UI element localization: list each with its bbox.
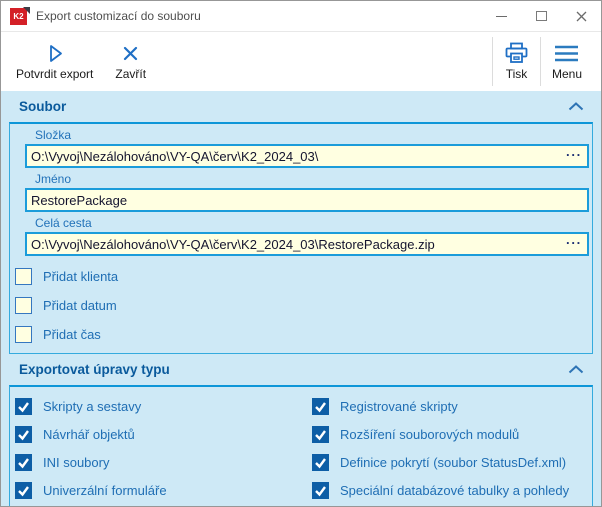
checkbox-label: INI soubory	[43, 455, 109, 470]
folder-input[interactable]	[25, 144, 589, 168]
minimize-button[interactable]	[481, 1, 521, 31]
maximize-button[interactable]	[521, 1, 561, 31]
maximize-icon	[536, 11, 547, 21]
checkmark-icon	[314, 484, 327, 497]
browse-ellipsis-button[interactable]: ···	[566, 235, 582, 250]
checkbox-definice-pokryti[interactable]: Definice pokrytí (soubor StatusDef.xml)	[312, 454, 592, 471]
checkmark-icon	[314, 400, 327, 413]
section-panel-exportovat-upravy: Skripty a sestavy Návrhář objektů INI so…	[9, 385, 593, 506]
field-label: Jméno	[35, 172, 589, 186]
section-title: Exportovat úpravy typu	[19, 362, 170, 377]
checkbox-label: Skripty a sestavy	[43, 399, 141, 414]
play-icon	[45, 43, 65, 64]
titlebar: K2 Export customizací do souboru	[1, 1, 601, 31]
window-title: Export customizací do souboru	[36, 9, 201, 23]
checkbox-box	[15, 326, 32, 343]
field-jmeno: Jméno	[25, 172, 589, 212]
dialog-content: Soubor Složka ··· Jméno Celá ce	[1, 91, 601, 506]
checkbox-pridat-klienta[interactable]: Přidat klienta	[15, 268, 592, 285]
field-cela-cesta: Celá cesta ···	[25, 216, 589, 256]
checkbox-pridat-datum[interactable]: Přidat datum	[15, 297, 592, 314]
printer-icon	[504, 42, 529, 64]
checkbox-label: Přidat čas	[43, 327, 101, 342]
checkbox-box	[15, 426, 32, 443]
checkbox-box	[312, 482, 329, 499]
checkbox-label: Definice pokrytí (soubor StatusDef.xml)	[340, 455, 566, 470]
checkbox-univerzalni-formulare[interactable]: Univerzální formuláře	[15, 482, 307, 499]
checkbox-label: Přidat klienta	[43, 269, 118, 284]
checkbox-box	[15, 297, 32, 314]
checkbox-skripty-a-sestavy[interactable]: Skripty a sestavy	[15, 398, 307, 415]
section-panel-soubor: Složka ··· Jméno Celá cesta ···	[9, 122, 593, 354]
export-dialog-window: K2 Export customizací do souboru Potvrdi…	[0, 0, 602, 507]
checkmark-icon	[17, 456, 30, 469]
checkbox-box	[15, 482, 32, 499]
confirm-export-button[interactable]: Potvrdit export	[5, 32, 104, 91]
checkbox-column-left: Skripty a sestavy Návrhář objektů INI so…	[10, 387, 307, 499]
checkbox-box	[15, 454, 32, 471]
checkbox-label: Návrhář objektů	[43, 427, 135, 442]
checkmark-icon	[17, 428, 30, 441]
checkmark-icon	[314, 456, 327, 469]
hamburger-menu-icon	[553, 43, 580, 64]
checkbox-box	[312, 398, 329, 415]
checkbox-rozsireni-souborovych-modulu[interactable]: Rozšíření souborových modulů	[312, 426, 592, 443]
checkbox-box	[312, 426, 329, 443]
checkmark-icon	[17, 400, 30, 413]
close-x-icon	[121, 43, 140, 64]
checkbox-label: Přidat datum	[43, 298, 117, 313]
minimize-icon	[496, 16, 507, 17]
checkmark-icon	[314, 428, 327, 441]
toolbar-spacer	[157, 32, 492, 91]
field-label: Celá cesta	[35, 216, 589, 230]
browse-ellipsis-button[interactable]: ···	[566, 147, 582, 162]
close-button[interactable]	[561, 1, 601, 31]
close-dialog-label: Zavřít	[115, 67, 146, 81]
checkbox-column-right: Registrované skripty Rozšíření souborový…	[307, 387, 592, 499]
print-button[interactable]: Tisk	[493, 32, 540, 91]
menu-label: Menu	[552, 67, 582, 81]
checkbox-registrovane-skripty[interactable]: Registrované skripty	[312, 398, 592, 415]
field-label: Složka	[35, 128, 589, 142]
name-input[interactable]	[25, 188, 589, 212]
checkbox-label: Univerzální formuláře	[43, 483, 167, 498]
checkbox-label: Registrované skripty	[340, 399, 458, 414]
checkbox-box	[15, 398, 32, 415]
checkbox-label: Rozšíření souborových modulů	[340, 427, 519, 442]
checkbox-box	[312, 454, 329, 471]
full-path-input[interactable]	[25, 232, 589, 256]
checkbox-specialni-databazove-tabulky[interactable]: Speciální databázové tabulky a pohledy	[312, 482, 592, 499]
field-slozka: Složka ···	[25, 128, 589, 168]
checkbox-ini-soubory[interactable]: INI soubory	[15, 454, 307, 471]
k2-app-icon: K2	[10, 8, 27, 25]
chevron-up-icon	[568, 102, 584, 111]
section-header-soubor[interactable]: Soubor	[9, 91, 593, 122]
section-title: Soubor	[19, 99, 66, 114]
close-dialog-button[interactable]: Zavřít	[104, 32, 157, 91]
checkbox-navrhar-objektu[interactable]: Návrhář objektů	[15, 426, 307, 443]
k2-icon-fold	[23, 7, 30, 14]
toolbar: Potvrdit export Zavřít Tisk Menu	[1, 31, 601, 91]
checkmark-icon	[17, 484, 30, 497]
checkbox-box	[15, 268, 32, 285]
menu-button[interactable]: Menu	[541, 32, 593, 91]
confirm-export-label: Potvrdit export	[16, 67, 93, 81]
checkbox-pridat-cas[interactable]: Přidat čas	[15, 326, 592, 343]
close-icon	[575, 10, 588, 23]
chevron-up-icon	[568, 365, 584, 374]
print-label: Tisk	[506, 67, 528, 81]
checkbox-label: Speciální databázové tabulky a pohledy	[340, 483, 569, 498]
section-header-exportovat-upravy[interactable]: Exportovat úpravy typu	[9, 354, 593, 385]
window-controls	[481, 1, 601, 31]
